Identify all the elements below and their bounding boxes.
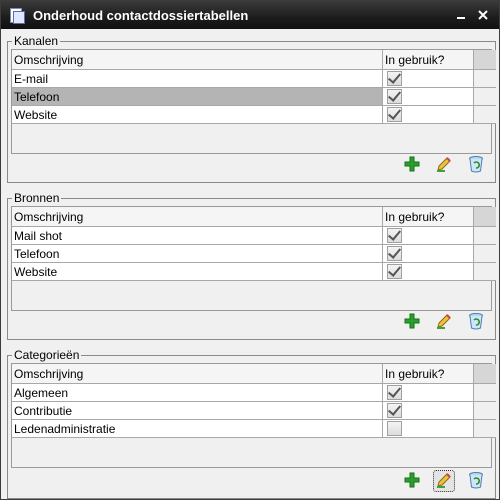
row-filler <box>473 383 496 402</box>
row-in-use-cell[interactable] <box>382 87 474 106</box>
row-in-use-cell[interactable] <box>382 226 474 245</box>
group-1: Bronnen Omschrijving In gebruik? Mail shot T… <box>7 191 496 340</box>
title-bar[interactable]: Onderhoud contactdossiertabellen <box>1 1 499 29</box>
window: Onderhoud contactdossiertabellen Kanalen… <box>0 0 500 500</box>
row-description[interactable]: Contributie <box>12 401 383 420</box>
column-header-description[interactable]: Omschrijving <box>12 207 383 227</box>
add-button[interactable] <box>401 470 423 492</box>
group-title: Bronnen <box>12 191 62 205</box>
data-grid[interactable]: Omschrijving In gebruik? Algemeen Contribut… <box>11 363 496 468</box>
column-header-in-use[interactable]: In gebruik? <box>382 207 474 227</box>
row-filler <box>473 105 496 124</box>
table-row[interactable]: Website <box>12 262 496 281</box>
edit-button[interactable] <box>433 311 455 333</box>
header-filler <box>473 364 496 384</box>
table-row[interactable]: Contributie <box>12 401 496 420</box>
header-filler <box>473 207 496 227</box>
row-filler <box>473 69 496 88</box>
row-description[interactable]: Telefoon <box>12 244 383 263</box>
table-row[interactable]: E-mail <box>12 69 496 88</box>
plus-icon <box>404 313 420 332</box>
recycle-bin-icon <box>468 155 484 176</box>
group-title: Categorieën <box>12 348 82 362</box>
row-description[interactable]: Ledenadministratie <box>12 419 383 438</box>
in-use-checkbox[interactable] <box>387 264 402 280</box>
group-actions <box>401 311 487 333</box>
table-row[interactable]: Ledenadministratie <box>12 419 496 438</box>
group-2: Categorieën Omschrijving In gebruik? Algeme… <box>7 348 496 499</box>
column-header-description[interactable]: Omschrijving <box>12 364 383 384</box>
row-in-use-cell[interactable] <box>382 401 474 420</box>
row-description[interactable]: Website <box>12 105 383 124</box>
close-icon[interactable] <box>475 7 491 23</box>
row-description[interactable]: Telefoon <box>12 87 383 106</box>
row-in-use-cell[interactable] <box>382 244 474 263</box>
row-description[interactable]: E-mail <box>12 69 383 88</box>
group-actions <box>401 470 487 492</box>
edit-button[interactable] <box>433 470 455 492</box>
group-actions <box>401 154 487 176</box>
table-row[interactable]: Telefoon <box>12 87 496 106</box>
header-filler <box>473 50 496 70</box>
row-filler <box>473 262 496 281</box>
column-header-in-use[interactable]: In gebruik? <box>382 364 474 384</box>
add-button[interactable] <box>401 311 423 333</box>
row-in-use-cell[interactable] <box>382 262 474 281</box>
in-use-checkbox[interactable] <box>387 107 402 123</box>
pencil-icon <box>435 312 453 333</box>
window-title: Onderhoud contactdossiertabellen <box>33 7 249 23</box>
in-use-checkbox[interactable] <box>387 421 402 437</box>
delete-button[interactable] <box>465 154 487 176</box>
row-description[interactable]: Algemeen <box>12 383 383 402</box>
plus-icon <box>404 156 420 175</box>
row-description[interactable]: Mail shot <box>12 226 383 245</box>
table-row[interactable]: Mail shot <box>12 226 496 245</box>
table-row[interactable]: Website <box>12 105 496 124</box>
table-row[interactable]: Algemeen <box>12 383 496 402</box>
group-title: Kanalen <box>12 34 61 48</box>
row-description[interactable]: Website <box>12 262 383 281</box>
data-grid[interactable]: Omschrijving In gebruik? Mail shot Telefoon… <box>11 206 496 311</box>
in-use-checkbox[interactable] <box>387 246 402 262</box>
row-in-use-cell[interactable] <box>382 69 474 88</box>
pencil-icon <box>435 471 453 492</box>
add-button[interactable] <box>401 154 423 176</box>
table-row[interactable]: Telefoon <box>12 244 496 263</box>
in-use-checkbox[interactable] <box>387 89 402 105</box>
row-filler <box>473 401 496 420</box>
delete-button[interactable] <box>465 470 487 492</box>
recycle-bin-icon <box>468 471 484 492</box>
data-grid[interactable]: Omschrijving In gebruik? E-mail Telefoon Web… <box>11 49 496 154</box>
in-use-checkbox[interactable] <box>387 228 402 244</box>
pencil-icon <box>435 155 453 176</box>
app-icon <box>8 7 25 24</box>
column-header-in-use[interactable]: In gebruik? <box>382 50 474 70</box>
recycle-bin-icon <box>468 312 484 333</box>
row-in-use-cell[interactable] <box>382 105 474 124</box>
delete-button[interactable] <box>465 311 487 333</box>
in-use-checkbox[interactable] <box>387 71 402 87</box>
group-0: Kanalen Omschrijving In gebruik? E-mail Tele… <box>7 34 496 183</box>
in-use-checkbox[interactable] <box>387 385 402 401</box>
column-header-description[interactable]: Omschrijving <box>12 50 383 70</box>
row-filler <box>473 244 496 263</box>
minimize-icon[interactable] <box>453 7 469 23</box>
row-filler <box>473 87 496 106</box>
in-use-checkbox[interactable] <box>387 403 402 419</box>
plus-icon <box>404 472 420 491</box>
row-filler <box>473 226 496 245</box>
row-in-use-cell[interactable] <box>382 383 474 402</box>
row-filler <box>473 419 496 438</box>
edit-button[interactable] <box>433 154 455 176</box>
row-in-use-cell[interactable] <box>382 419 474 438</box>
